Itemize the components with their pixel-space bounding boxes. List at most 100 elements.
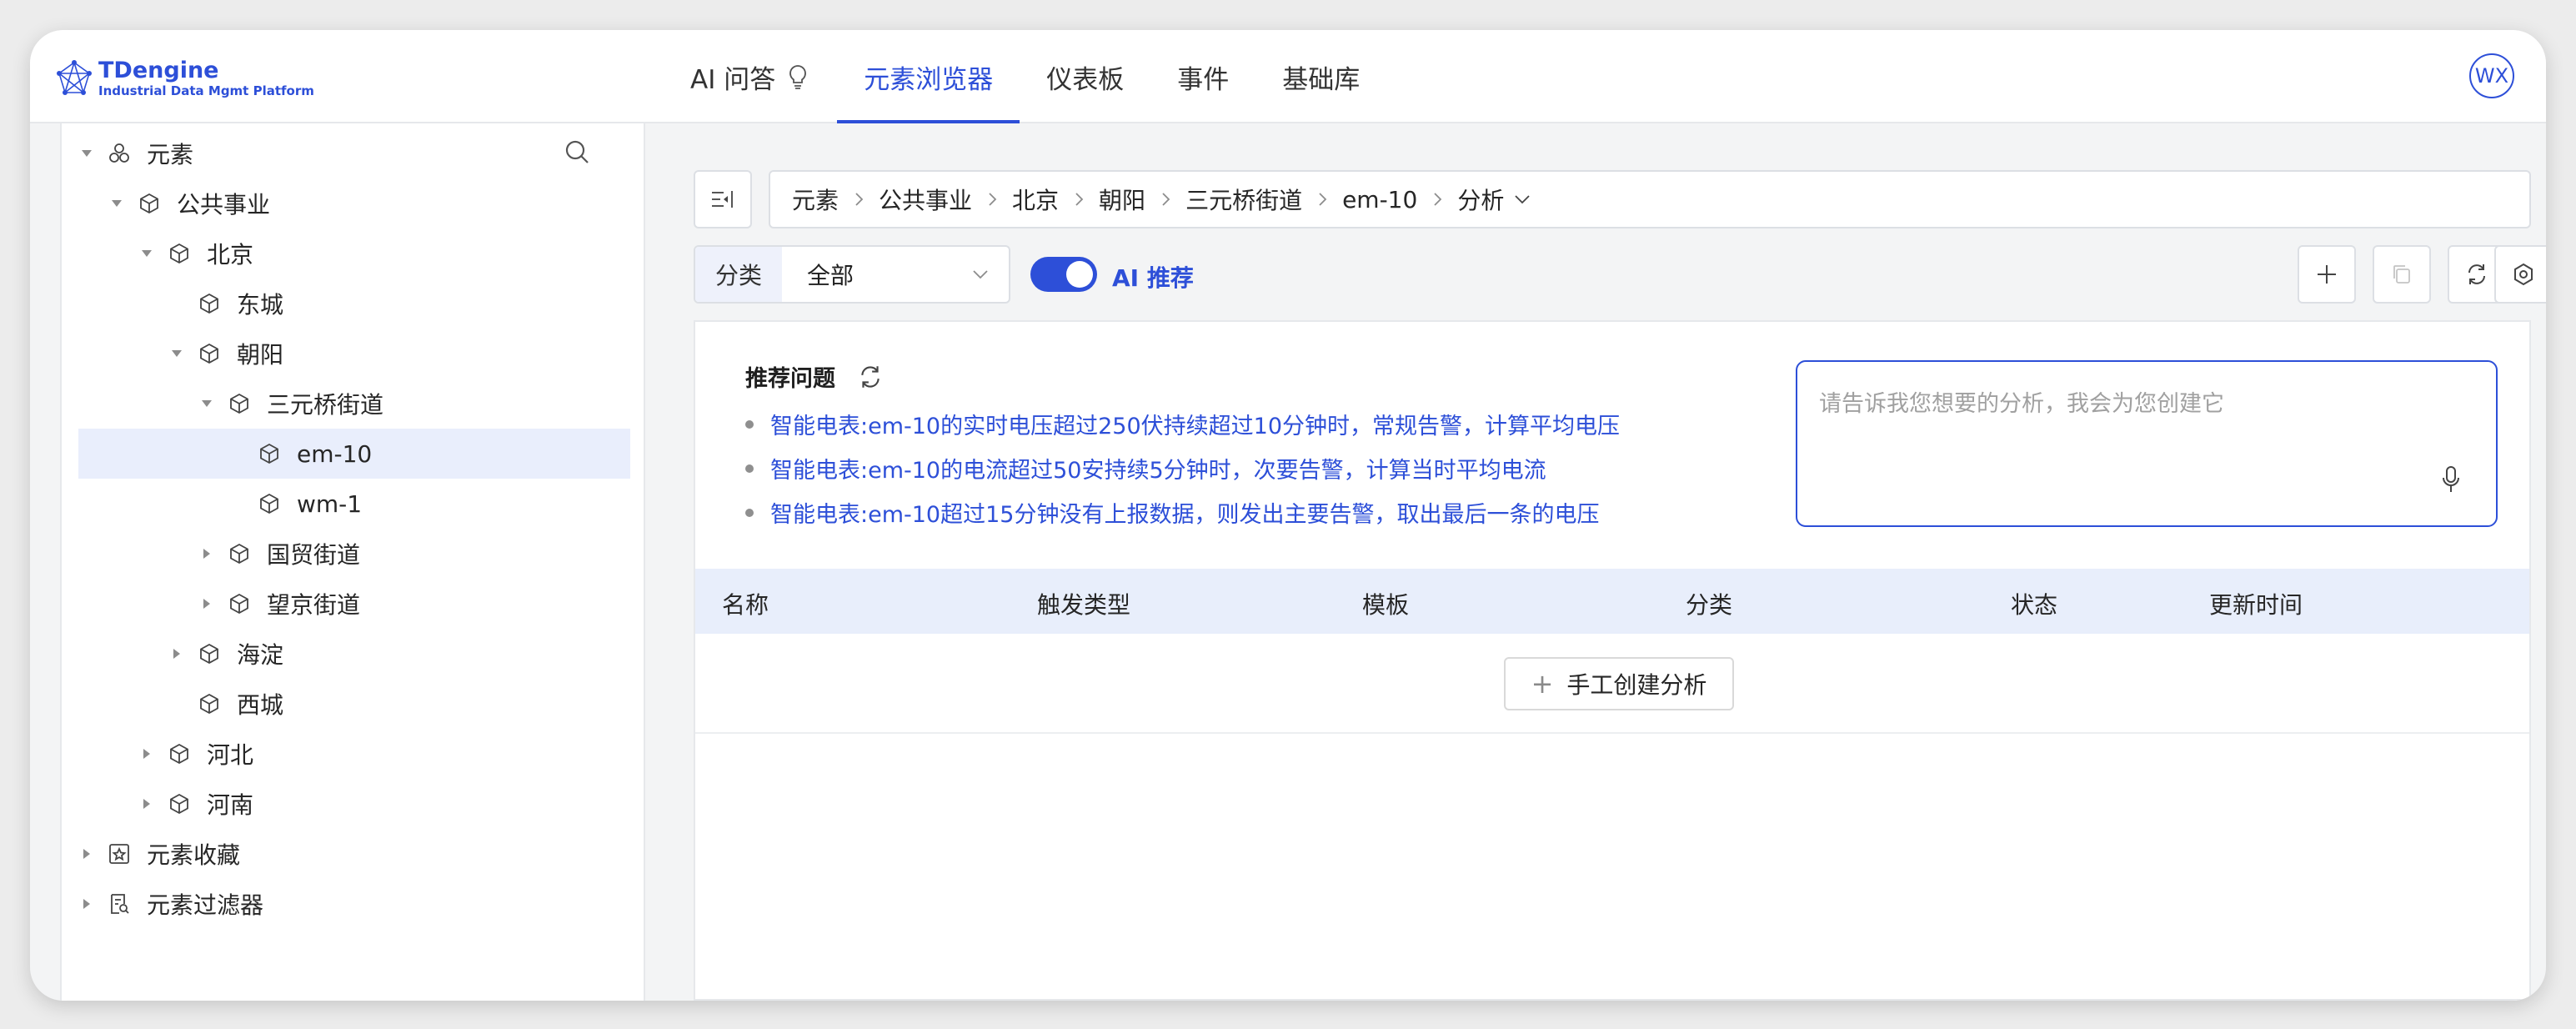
cube-icon xyxy=(227,391,252,416)
tree-item-label: 西城 xyxy=(237,691,284,719)
tree-item-guomao[interactable]: 国贸街道 xyxy=(78,529,630,579)
recommend-question[interactable]: 智能电表:em-10的实时电压超过250伏持续超过10分钟时，常规告警，计算平均… xyxy=(745,402,1620,446)
collapse-sidebar-button[interactable] xyxy=(694,170,752,228)
category-select[interactable]: 全部 xyxy=(782,247,1009,302)
category-select-value: 全部 xyxy=(807,262,854,289)
chevron-right-icon xyxy=(1160,192,1170,207)
column-header[interactable]: 状态 xyxy=(2011,587,2057,620)
cube-icon xyxy=(227,541,252,566)
tdengine-logo-icon xyxy=(57,60,92,95)
cube-icon xyxy=(197,641,222,666)
tab-library[interactable]: 基础库 xyxy=(1255,30,1386,123)
recommend-header: 推荐问题 xyxy=(745,360,884,393)
sidebar-toggle-icon xyxy=(712,191,733,208)
cube-icon xyxy=(137,191,162,216)
tab-label: 元素浏览器 xyxy=(864,64,994,95)
breadcrumb-item[interactable]: 三元桥街道 xyxy=(1185,183,1302,216)
analysis-prompt-input[interactable]: 请告诉我您想要的分析，我会为您创建它 xyxy=(1796,360,2498,527)
tree-item-label: 三元桥街道 xyxy=(267,391,384,419)
caret-right-icon[interactable] xyxy=(138,745,155,762)
tree-item-label: 朝阳 xyxy=(237,341,284,369)
tree-item-label: 东城 xyxy=(237,291,284,319)
ai-recommend-toggle[interactable] xyxy=(1030,257,1097,292)
ai-recommend-label: AI 推荐 xyxy=(1112,264,1194,292)
tree-item-beijing[interactable]: 北京 xyxy=(78,228,630,279)
caret-right-icon[interactable] xyxy=(138,796,155,812)
tree-item-dongcheng[interactable]: 东城 xyxy=(78,279,630,329)
caret-right-icon[interactable] xyxy=(78,846,95,862)
tree-item-chaoyang[interactable]: 朝阳 xyxy=(78,329,630,379)
column-header[interactable]: 更新时间 xyxy=(2209,587,2303,620)
brand-logo[interactable]: TDengine Industrial Data Mgmt Platform xyxy=(55,53,314,103)
main-nav: AI 问答 元素浏览器 仪表板 事件 基础库 xyxy=(664,30,1386,123)
column-header[interactable]: 触发类型 xyxy=(1037,587,1130,620)
settings-button[interactable] xyxy=(2494,245,2546,304)
caret-right-icon[interactable] xyxy=(78,896,95,912)
caret-down-icon[interactable] xyxy=(78,145,95,162)
chevron-down-icon xyxy=(973,270,988,279)
user-avatar[interactable]: WX xyxy=(2469,53,2514,98)
caret-right-icon[interactable] xyxy=(198,545,215,562)
tree-item-label: 河南 xyxy=(207,791,254,819)
tree-item-henan[interactable]: 河南 xyxy=(78,779,630,829)
analysis-panel: 推荐问题 智能电表:em-10的实时电压超过250伏持续超过10分钟时，常规告警… xyxy=(694,320,2531,1001)
tree-item-xicheng[interactable]: 西城 xyxy=(78,679,630,729)
recommend-question-list: 智能电表:em-10的实时电压超过250伏持续超过10分钟时，常规告警，计算平均… xyxy=(745,402,1620,535)
tab-element-browser[interactable]: 元素浏览器 xyxy=(837,30,1020,123)
breadcrumb-item[interactable]: em-10 xyxy=(1342,186,1417,213)
refresh-icon xyxy=(2468,264,2485,284)
tree-item-label: 元素过滤器 xyxy=(147,891,264,919)
tree-item-sanyuanqiao[interactable]: 三元桥街道 xyxy=(78,379,630,429)
tab-label: AI 问答 xyxy=(690,64,776,95)
caret-down-icon[interactable] xyxy=(198,395,215,412)
plus-icon xyxy=(2318,265,2336,284)
question-text: 智能电表:em-10的实时电压超过250伏持续超过10分钟时，常规告警，计算平均… xyxy=(770,414,1620,439)
recommend-question[interactable]: 智能电表:em-10的电流超过50安持续5分钟时，次要告警，计算当时平均电流 xyxy=(745,446,1620,490)
breadcrumb-current[interactable]: 分析 xyxy=(1457,183,1531,216)
table-empty-row: + 手工创建分析 xyxy=(695,634,2529,734)
tree-item-em-10[interactable]: em-10 xyxy=(78,429,630,479)
tab-label: 基础库 xyxy=(1282,64,1361,95)
recommend-question[interactable]: 智能电表:em-10超过15分钟没有上报数据，则发出主要告警，取出最后一条的电压 xyxy=(745,490,1620,535)
tab-ai-qa[interactable]: AI 问答 xyxy=(664,30,837,123)
tree-item-elements[interactable]: 元素 xyxy=(78,128,630,178)
breadcrumb-item[interactable]: 元素 xyxy=(792,183,839,216)
tree-item-label: 河北 xyxy=(207,741,254,769)
category-filter[interactable]: 分类 全部 xyxy=(694,245,1010,304)
tree-item-favorites[interactable]: 元素收藏 xyxy=(78,829,630,879)
recommend-title: 推荐问题 xyxy=(745,366,835,392)
tree-item-hebei[interactable]: 河北 xyxy=(78,729,630,779)
caret-down-icon[interactable] xyxy=(168,345,185,362)
caret-right-icon[interactable] xyxy=(198,595,215,612)
add-button[interactable] xyxy=(2298,245,2356,304)
column-header[interactable]: 模板 xyxy=(1362,587,1409,620)
tree-item-wm-1[interactable]: wm-1 xyxy=(78,479,630,529)
gear-icon xyxy=(2514,263,2533,286)
column-header[interactable]: 分类 xyxy=(1686,587,1732,620)
plus-icon: + xyxy=(1531,668,1554,700)
filter-label: 分类 xyxy=(695,247,782,302)
manual-create-analysis-button[interactable]: + 手工创建分析 xyxy=(1504,657,1734,710)
caret-right-icon[interactable] xyxy=(168,645,185,662)
tree-item-wangjing[interactable]: 望京街道 xyxy=(78,579,630,629)
tab-dashboard[interactable]: 仪表板 xyxy=(1020,30,1150,123)
breadcrumb-item[interactable]: 北京 xyxy=(1012,183,1059,216)
caret-down-icon[interactable] xyxy=(138,245,155,262)
refresh-icon[interactable] xyxy=(857,364,884,390)
tree-item-haidian[interactable]: 海淀 xyxy=(78,629,630,679)
column-header[interactable]: 名称 xyxy=(722,587,769,620)
tab-events[interactable]: 事件 xyxy=(1150,30,1255,123)
copy-button[interactable] xyxy=(2373,245,2431,304)
microphone-icon[interactable] xyxy=(2441,465,2461,494)
main-content: 元素 公共事业 北京 朝阳 三元桥街道 em-10 分析 分类 全部 AI 推荐… xyxy=(664,123,2546,1001)
breadcrumb-item[interactable]: 朝阳 xyxy=(1099,183,1145,216)
tree-item-public-utility[interactable]: 公共事业 xyxy=(78,178,630,228)
tree-item-label: 北京 xyxy=(207,241,254,269)
tab-label: 事件 xyxy=(1177,64,1230,95)
caret-down-icon[interactable] xyxy=(108,195,125,212)
analysis-table-header: 名称 触发类型 模板 分类 状态 更新时间 xyxy=(695,569,2529,634)
question-text: 智能电表:em-10的电流超过50安持续5分钟时，次要告警，计算当时平均电流 xyxy=(770,458,1546,484)
breadcrumb-item[interactable]: 公共事业 xyxy=(879,183,972,216)
tree-item-filters[interactable]: 元素过滤器 xyxy=(78,879,630,929)
app-window: TDengine Industrial Data Mgmt Platform A… xyxy=(30,30,2546,1001)
